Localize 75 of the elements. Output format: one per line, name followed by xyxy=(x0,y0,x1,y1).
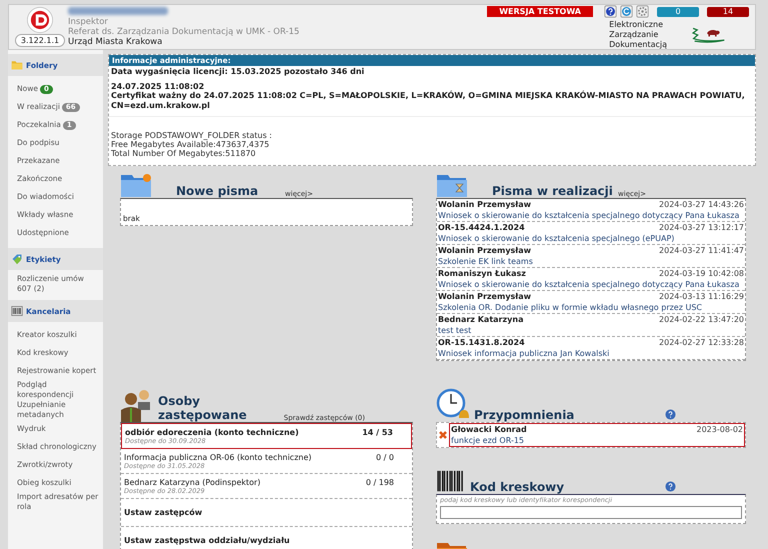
license-text: Data wygaśnięcia licencji: 15.03.2025 pozostało 346 dni xyxy=(111,67,366,76)
document-count: 0 / 0 xyxy=(376,453,394,463)
storage-status-text: Total Number Of Megabytes:511870 xyxy=(111,149,257,158)
letter-row[interactable]: Bednarz Katarzyna 2024-02-22 13:47:20 test test xyxy=(437,314,745,337)
letter-date: 2024-03-13 11:16:29 xyxy=(659,291,744,302)
letter-date: 2024-03-27 14:43:26 xyxy=(659,199,744,210)
test-version-badge: WERSJA TESTOWA xyxy=(487,6,593,17)
brand-text: Dokumentacją xyxy=(609,40,667,50)
document-count: 14 / 53 xyxy=(362,428,393,438)
user-role: Inspektor xyxy=(68,17,109,27)
storage-status-text: Free Megabytes Available:473637,4375 xyxy=(111,140,270,149)
letter-subject: Szkolenia OR. Dodanie pliku w formie wkładu własnego przez USC xyxy=(438,303,702,312)
substitute-name: Informacja publiczna OR-06 (konto techniczne) xyxy=(124,453,312,463)
letter-row[interactable]: Wolanin Przemysław 2024-03-27 11:41:47 Szkolenie EK link teams xyxy=(437,245,745,268)
letter-row[interactable]: OR-15.1431.8.2024 2024-02-27 12:33:28 Wniosek informacja publiczna Jan Kowalski xyxy=(437,337,745,360)
document-count: 0 / 198 xyxy=(366,478,394,488)
reminder-person: Głowacki Konrad xyxy=(451,424,527,435)
widget-title: Przypomnienia xyxy=(474,409,574,422)
department-name: Referat ds. Zarządzania Dokumentacją w UMK - OR-15 xyxy=(68,27,300,37)
folder-hourglass-icon xyxy=(436,172,468,198)
brand-text: Elektroniczne xyxy=(609,20,664,30)
letter-sender: Wolanin Przemysław xyxy=(438,199,532,210)
letter-subject: Wniosek o skierowanie do kształcenia specjalnego dotyczący Pana Łukasza xyxy=(438,211,740,220)
letter-row[interactable]: Wolanin Przemysław 2024-03-13 11:16:29 Szkolenia OR. Dodanie pliku w formie wkładu własnego przez USC xyxy=(437,291,745,314)
reminder-row[interactable]: Głowacki Konrad 2023-08-02 funkcje ezd OR-15 xyxy=(449,423,745,447)
help-icon[interactable] xyxy=(604,5,617,18)
widget-title: Pisma w realizacji xyxy=(492,185,613,198)
letter-sender: Bednarz Katarzyna xyxy=(438,314,524,325)
folder-icon xyxy=(120,172,152,198)
letter-subject: Wniosek o skierowanie do kształcenia specjalnego (ePUAP) xyxy=(438,234,674,243)
letter-subject: Wniosek informacja publiczna Jan Kowalski xyxy=(438,349,610,358)
brand-text: Zarządzanie xyxy=(609,30,660,40)
reminder-date: 2023-08-02 xyxy=(696,424,743,435)
letter-sender: Wolanin Przemysław xyxy=(438,291,532,302)
letter-subject: test test xyxy=(438,326,472,335)
refresh-icon[interactable] xyxy=(620,5,633,18)
certificate-date: 24.07.2025 11:08:02 xyxy=(111,82,206,91)
letter-row[interactable]: Romaniszyn Łukasz 2024-03-19 10:42:08 Wniosek o skierowanie do kształcenia specjalnego dotyczący Pana Łukasza xyxy=(437,268,745,291)
storage-status-text: Storage PODSTAWOWY_FOLDER status : xyxy=(111,131,273,140)
folder-icon xyxy=(11,59,23,71)
letter-date: 2024-03-27 11:41:47 xyxy=(659,245,744,256)
tags-icon xyxy=(11,253,23,265)
letter-date: 2024-03-27 13:12:17 xyxy=(659,222,744,233)
counter-button[interactable]: 14 xyxy=(707,6,749,16)
letter-date: 2024-02-22 13:47:20 xyxy=(659,314,744,325)
barcode-icon xyxy=(11,305,23,317)
letter-sender: Romaniszyn Łukasz xyxy=(438,268,526,279)
letter-date: 2024-03-19 10:42:08 xyxy=(659,268,744,279)
letter-row[interactable]: Wolanin Przemysław 2024-03-27 14:43:26 Wniosek o skierowanie do kształcenia specjalnego dotyczący Pana Łukasza xyxy=(437,199,745,222)
substitute-name: Bednarz Katarzyna (Podinspektor) xyxy=(124,478,260,488)
certificate-text: Certyfikat ważny do 24.07.2025 11:08:02 C=PL, S=MAŁOPOLSKIE, L=KRAKÓW, O=GMINA MIEJSKA KRAKÓW-MIASTO NA PRAWACH POWIATU, CN=ezd.um.krakow.pl xyxy=(111,91,746,110)
widget-title: Kod kreskowy xyxy=(470,481,564,494)
substitute-name: odbiór edoreczenia (konto techniczne) xyxy=(125,428,299,438)
letter-sender: Wolanin Przemysław xyxy=(438,245,532,256)
logo-icon xyxy=(26,6,54,34)
counter-button[interactable]: 0 xyxy=(657,6,699,16)
letter-row[interactable]: OR-15.4424.1.2024 2024-03-27 13:12:17 Wniosek o skierowanie do kształcenia specjalnego (ePUAP) xyxy=(437,222,745,245)
widget-title: Osoby zastępowane xyxy=(158,394,247,422)
letter-date: 2024-02-27 12:33:28 xyxy=(659,337,744,348)
reminder-text: funkcje ezd OR-15 xyxy=(451,436,524,445)
letter-subject: Wniosek o skierowanie do kształcenia specjalnego dotyczący Pana Łukasza xyxy=(438,280,740,289)
version-label: 3.122.1.1 xyxy=(14,34,66,47)
help-icon[interactable] xyxy=(665,409,676,420)
help-icon[interactable] xyxy=(665,481,676,492)
office-name: Urząd Miasta Krakowa xyxy=(68,37,164,47)
settings-icon[interactable] xyxy=(636,5,649,18)
barcode-input[interactable] xyxy=(440,506,742,519)
delete-icon[interactable] xyxy=(438,430,448,440)
letter-sender: OR-15.1431.8.2024 xyxy=(438,337,525,348)
widget-title: Nowe pisma xyxy=(176,185,258,198)
set-substitutes-link[interactable]: Ustaw zastępstwa oddziału/wydziału xyxy=(124,536,290,545)
barcode-icon xyxy=(436,470,466,494)
letter-sender: OR-15.4424.1.2024 xyxy=(438,222,525,233)
set-substitutes-link[interactable]: Ustaw zastępców xyxy=(124,508,202,517)
letter-subject: Szkolenie EK link teams xyxy=(438,257,533,266)
